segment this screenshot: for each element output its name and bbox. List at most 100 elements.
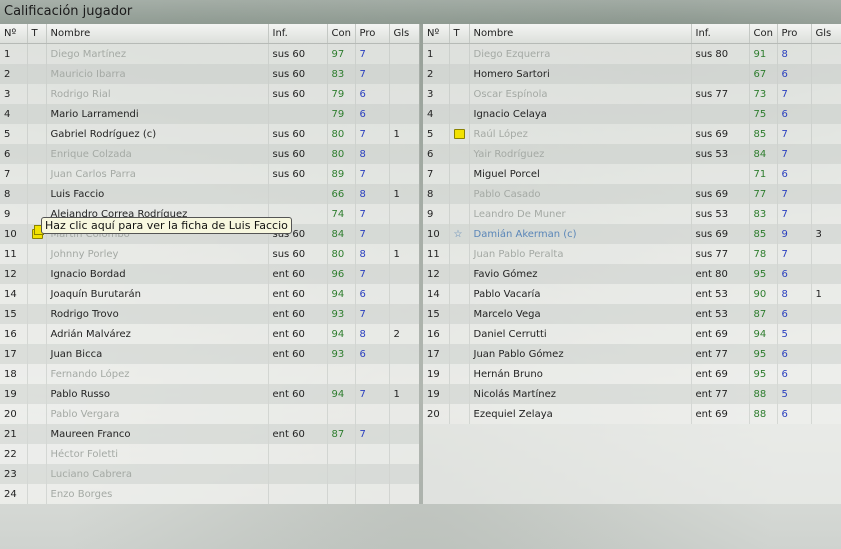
player-name[interactable]: Ignacio Bordad	[46, 264, 269, 284]
table-row[interactable]: 14 Pablo Vacaría ent 53 90 8 1	[423, 284, 841, 304]
player-name[interactable]: Gabriel Rodríguez (c)	[46, 124, 269, 144]
player-name[interactable]: Juan Pablo Gómez	[469, 344, 692, 364]
player-name[interactable]: Ignacio Celaya	[469, 104, 692, 124]
table-row[interactable]: 15 Rodrigo Trovo ent 60 93 7	[0, 304, 420, 324]
table-row[interactable]: 8 Luis Faccio 66 8 1	[0, 184, 420, 204]
table-row[interactable]: 4 Mario Larramendi 79 6	[0, 104, 420, 124]
table-row[interactable]: 20 Pablo Vergara	[0, 404, 420, 424]
player-name[interactable]: Mario Larramendi	[46, 104, 269, 124]
table-row[interactable]: 24 Enzo Borges	[0, 484, 420, 504]
player-condition: 95	[749, 264, 778, 284]
player-name[interactable]: Pablo Casado	[469, 184, 692, 204]
col-con[interactable]: Con	[327, 24, 356, 44]
player-name[interactable]: Juan Carlos Parra	[46, 164, 269, 184]
player-name[interactable]: Pablo Russo	[46, 384, 269, 404]
player-goals	[811, 384, 841, 404]
player-goals	[389, 284, 420, 304]
player-name[interactable]: Pablo Vacaría	[469, 284, 692, 304]
col-inf[interactable]: Inf.	[691, 24, 750, 44]
table-row[interactable]: 4 Ignacio Celaya 75 6	[423, 104, 841, 124]
table-row[interactable]: 6 Enrique Colzada sus 60 80 8	[0, 144, 420, 164]
col-con[interactable]: Con	[749, 24, 778, 44]
table-row[interactable]: 18 Fernando López	[0, 364, 420, 384]
table-row[interactable]: 2 Mauricio Ibarra sus 60 83 7	[0, 64, 420, 84]
player-name[interactable]: Juan Pablo Peralta	[469, 244, 692, 264]
col-gls[interactable]: Gls	[811, 24, 841, 44]
player-name[interactable]: Diego Martínez	[46, 43, 269, 64]
player-name[interactable]: Luciano Cabrera	[46, 464, 269, 484]
player-name[interactable]: Favio Gómez	[469, 264, 692, 284]
table-row[interactable]: 1 Diego Martínez sus 60 97 7	[0, 43, 420, 64]
table-row[interactable]: 5 Raúl López sus 69 85 7	[423, 124, 841, 144]
table-row[interactable]: 11 Johnny Porley sus 60 80 8 1	[0, 244, 420, 264]
table-row[interactable]: 7 Miguel Porcel 71 6	[423, 164, 841, 184]
player-name[interactable]: Miguel Porcel	[469, 164, 692, 184]
player-name[interactable]: Damián Akerman (c)	[469, 224, 692, 244]
col-inf[interactable]: Inf.	[268, 24, 328, 44]
table-row[interactable]: 16 Adrián Malvárez ent 60 94 8 2	[0, 324, 420, 344]
player-name[interactable]: Homero Sartori	[469, 64, 692, 84]
player-name[interactable]: Johnny Porley	[46, 244, 269, 264]
table-row[interactable]: 3 Rodrigo Rial sus 60 79 6	[0, 84, 420, 104]
player-name[interactable]: Héctor Foletti	[46, 444, 269, 464]
table-row[interactable]: 8 Pablo Casado sus 69 77 7	[423, 184, 841, 204]
col-gls[interactable]: Gls	[389, 24, 420, 44]
table-row[interactable]: 12 Ignacio Bordad ent 60 96 7	[0, 264, 420, 284]
table-row[interactable]: 9 Leandro De Muner sus 53 83 7	[423, 204, 841, 224]
player-name[interactable]: Marcelo Vega	[469, 304, 692, 324]
player-name[interactable]: Enrique Colzada	[46, 144, 269, 164]
table-row[interactable]: 21 Maureen Franco ent 60 87 7	[0, 424, 420, 444]
table-row[interactable]: 17 Juan Bicca ent 60 93 6	[0, 344, 420, 364]
col-t[interactable]: T	[449, 24, 470, 44]
table-row[interactable]: 19 Pablo Russo ent 60 94 7 1	[0, 384, 420, 404]
player-name[interactable]: Fernando López	[46, 364, 269, 384]
player-number: 20	[0, 404, 28, 424]
table-row[interactable]: 16 Daniel Cerrutti ent 69 94 5	[423, 324, 841, 344]
player-name[interactable]: Rodrigo Trovo	[46, 304, 269, 324]
player-name[interactable]: Rodrigo Rial	[46, 84, 269, 104]
player-name[interactable]: Raúl López	[469, 124, 692, 144]
col-t[interactable]: T	[27, 24, 47, 44]
table-row[interactable]: 5 Gabriel Rodríguez (c) sus 60 80 7 1	[0, 124, 420, 144]
player-name[interactable]: Juan Bicca	[46, 344, 269, 364]
table-row[interactable]: 1 Diego Ezquerra sus 80 91 8	[423, 43, 841, 64]
player-name[interactable]: Nicolás Martínez	[469, 384, 692, 404]
col-number[interactable]: Nº	[0, 24, 28, 44]
table-row[interactable]: 15 Marcelo Vega ent 53 87 6	[423, 304, 841, 324]
player-name[interactable]: Leandro De Muner	[469, 204, 692, 224]
player-rating: 6	[777, 164, 812, 184]
table-row[interactable]: 2 Homero Sartori 67 6	[423, 64, 841, 84]
player-name[interactable]: Maureen Franco	[46, 424, 269, 444]
player-name[interactable]: Oscar Espínola	[469, 84, 692, 104]
col-pro[interactable]: Pro	[777, 24, 812, 44]
col-number[interactable]: Nº	[423, 24, 450, 44]
player-name[interactable]: Joaquín Burutarán	[46, 284, 269, 304]
table-row[interactable]: 23 Luciano Cabrera	[0, 464, 420, 484]
player-name[interactable]: Daniel Cerrutti	[469, 324, 692, 344]
player-name[interactable]: Adrián Malvárez	[46, 324, 269, 344]
player-name[interactable]: Pablo Vergara	[46, 404, 269, 424]
table-row[interactable]: 10 ☆ Damián Akerman (c) sus 69 85 9 3	[423, 224, 841, 244]
table-row[interactable]: 14 Joaquín Burutarán ent 60 94 6	[0, 284, 420, 304]
player-name[interactable]: Mauricio Ibarra	[46, 64, 269, 84]
table-row[interactable]: 6 Yair Rodríguez sus 53 84 7	[423, 144, 841, 164]
table-row[interactable]: 22 Héctor Foletti	[0, 444, 420, 464]
table-row[interactable]: 12 Favio Gómez ent 80 95 6	[423, 264, 841, 284]
player-name[interactable]: Luis Faccio	[46, 184, 269, 204]
table-row[interactable]: 19 Nicolás Martínez ent 77 88 5	[423, 384, 841, 404]
player-name[interactable]: Hernán Bruno	[469, 364, 692, 384]
table-row[interactable]: 11 Juan Pablo Peralta sus 77 78 7	[423, 244, 841, 264]
col-name[interactable]: Nombre	[46, 24, 269, 44]
player-name[interactable]: Enzo Borges	[46, 484, 269, 504]
table-row[interactable]: 19 Hernán Bruno ent 69 95 6	[423, 364, 841, 384]
table-row[interactable]: 17 Juan Pablo Gómez ent 77 95 6	[423, 344, 841, 364]
table-row[interactable]: 7 Juan Carlos Parra sus 60 89 7	[0, 164, 420, 184]
table-row[interactable]: 20 Ezequiel Zelaya ent 69 88 6	[423, 404, 841, 424]
player-name[interactable]: Yair Rodríguez	[469, 144, 692, 164]
col-pro[interactable]: Pro	[355, 24, 390, 44]
player-goals: 1	[811, 284, 841, 304]
player-name[interactable]: Diego Ezquerra	[469, 43, 692, 64]
table-row[interactable]: 3 Oscar Espínola sus 77 73 7	[423, 84, 841, 104]
player-name[interactable]: Ezequiel Zelaya	[469, 404, 692, 424]
col-name[interactable]: Nombre	[469, 24, 692, 44]
